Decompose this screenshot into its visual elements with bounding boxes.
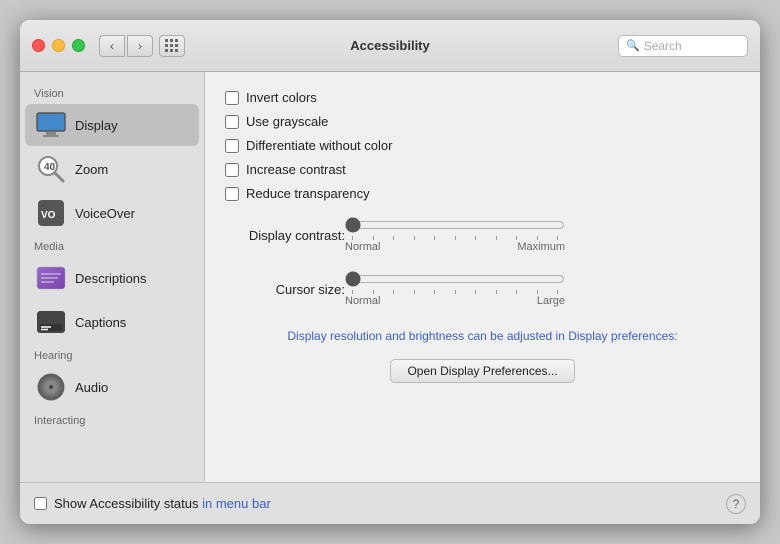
window-title: Accessibility [350,38,430,53]
checkbox-row-differentiate: Differentiate without color [225,138,740,153]
section-label-media: Media [20,235,204,256]
invert-colors-checkbox[interactable] [225,91,239,105]
contrast-min-label: Normal [345,241,380,253]
reduce-transparency-checkbox[interactable] [225,187,239,201]
sidebar-item-label-descriptions: Descriptions [75,271,147,286]
cursor-size-input-wrap: Normal Large [345,271,740,307]
increase-contrast-checkbox[interactable] [225,163,239,177]
slider-inline-cursor: Cursor size: [225,271,740,307]
minimize-button[interactable] [52,39,65,52]
sidebar-item-label-voiceover: VoiceOver [75,206,135,221]
forward-button[interactable]: › [127,35,153,57]
svg-text:VO: VO [41,210,56,221]
display-contrast-slider[interactable] [345,217,565,233]
display-contrast-label: Display contrast: [225,228,345,243]
grid-icon [165,39,179,53]
status-label-pre: Show Accessibility status [54,496,202,511]
sidebar-item-label-captions: Captions [75,315,126,330]
display-icon [35,109,67,141]
checkbox-row-grayscale: Use grayscale [225,114,740,129]
descriptions-icon [35,262,67,294]
voiceover-icon: VO [35,197,67,229]
sidebar-item-audio[interactable]: Audio [25,366,199,408]
cursor-size-slider-row: Cursor size: [225,271,740,307]
sidebar-item-descriptions[interactable]: Descriptions [25,257,199,299]
checkbox-row-transparency: Reduce transparency [225,186,740,201]
search-icon: 🔍 [626,39,640,52]
content-area: Invert colors Use grayscale Differentiat… [205,72,760,482]
display-contrast-slider-row: Display contrast: [225,217,740,253]
cursor-max-label: Large [537,295,565,307]
main-window: ‹ › Accessibility 🔍 Search Vision [20,20,760,524]
open-display-prefs-button[interactable]: Open Display Preferences... [390,359,574,383]
checkbox-row-contrast: Increase contrast [225,162,740,177]
maximize-button[interactable] [72,39,85,52]
checkboxes-block: Invert colors Use grayscale Differentiat… [225,88,740,203]
svg-text:40: 40 [44,162,56,173]
sidebar-item-zoom[interactable]: 40 Zoom [25,148,199,190]
sidebar: Vision Display 40 [20,72,205,482]
checkbox-row-invert: Invert colors [225,90,740,105]
help-button[interactable]: ? [726,494,746,514]
sidebar-item-captions[interactable]: Captions [25,301,199,343]
status-label: Show Accessibility status in menu bar [54,496,271,511]
nav-buttons: ‹ › [99,35,153,57]
search-placeholder: Search [644,39,682,53]
cursor-min-label: Normal [345,295,380,307]
slider-inline-contrast: Display contrast: [225,217,740,253]
use-grayscale-label: Use grayscale [246,114,328,129]
audio-icon [35,371,67,403]
traffic-lights [32,39,85,52]
captions-icon [35,306,67,338]
status-label-link: in menu bar [202,496,271,511]
contrast-max-label: Maximum [517,241,565,253]
back-button[interactable]: ‹ [99,35,125,57]
differentiate-checkbox[interactable] [225,139,239,153]
differentiate-label: Differentiate without color [246,138,392,153]
bottom-bar: Show Accessibility status in menu bar ? [20,482,760,524]
close-button[interactable] [32,39,45,52]
cursor-size-slider[interactable] [345,271,565,287]
status-in-menubar-checkbox[interactable] [34,497,47,510]
display-contrast-input-wrap: Normal Maximum [345,217,740,253]
search-box[interactable]: 🔍 Search [618,35,748,57]
section-label-vision: Vision [20,82,204,103]
sidebar-item-label-display: Display [75,118,118,133]
section-label-hearing: Hearing [20,344,204,365]
reduce-transparency-label: Reduce transparency [246,186,370,201]
increase-contrast-label: Increase contrast [246,162,346,177]
titlebar: ‹ › Accessibility 🔍 Search [20,20,760,72]
grid-button[interactable] [159,35,185,57]
sidebar-item-voiceover[interactable]: VO VoiceOver [25,192,199,234]
use-grayscale-checkbox[interactable] [225,115,239,129]
status-checkbox-row: Show Accessibility status in menu bar [34,496,271,511]
zoom-icon: 40 [35,153,67,185]
cursor-size-label: Cursor size: [225,282,345,297]
section-label-interacting: Interacting [20,409,204,430]
window-body: Vision Display 40 [20,72,760,482]
display-note: Display resolution and brightness can be… [225,329,740,343]
sidebar-item-label-audio: Audio [75,380,108,395]
sidebar-item-display[interactable]: Display [25,104,199,146]
invert-colors-label: Invert colors [246,90,317,105]
sidebar-item-label-zoom: Zoom [75,162,108,177]
